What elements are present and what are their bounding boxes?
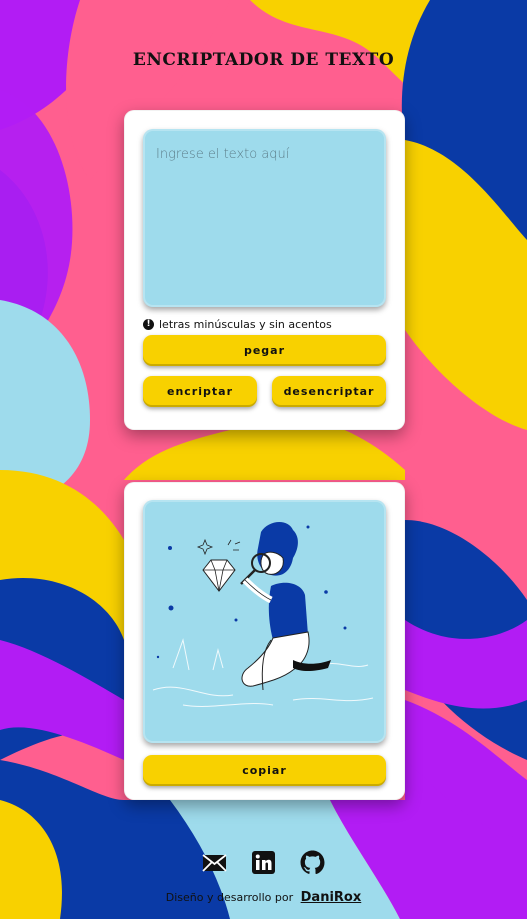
- mail-icon[interactable]: [202, 850, 227, 875]
- social-links: [0, 850, 527, 875]
- input-hint: ! letras minúsculas y sin acentos: [143, 316, 332, 332]
- github-icon[interactable]: [300, 850, 325, 875]
- paste-button[interactable]: pegar: [143, 335, 386, 366]
- author-link[interactable]: DaniRox: [301, 890, 362, 905]
- linkedin-icon[interactable]: [251, 850, 276, 875]
- input-panel: [143, 129, 386, 307]
- copy-button[interactable]: copiar: [143, 755, 386, 786]
- footer-text: Diseño y desarrollo por: [165, 891, 294, 904]
- text-input[interactable]: [143, 129, 386, 307]
- output-card: copiar: [124, 482, 405, 800]
- search-person-illustration: [152, 521, 374, 707]
- exclamation-circle-icon: !: [143, 318, 154, 330]
- output-panel: [143, 500, 386, 743]
- encrypt-button[interactable]: encriptar: [143, 376, 257, 407]
- footer: Diseño y desarrollo por DaniRox: [0, 890, 527, 905]
- input-hint-text: letras minúsculas y sin acentos: [159, 317, 332, 331]
- decrypt-button[interactable]: desencriptar: [272, 376, 386, 407]
- page-title: ENCRIPTADOR DE TEXTO: [132, 50, 395, 70]
- input-card: ! letras minúsculas y sin acentos pegar …: [124, 110, 405, 430]
